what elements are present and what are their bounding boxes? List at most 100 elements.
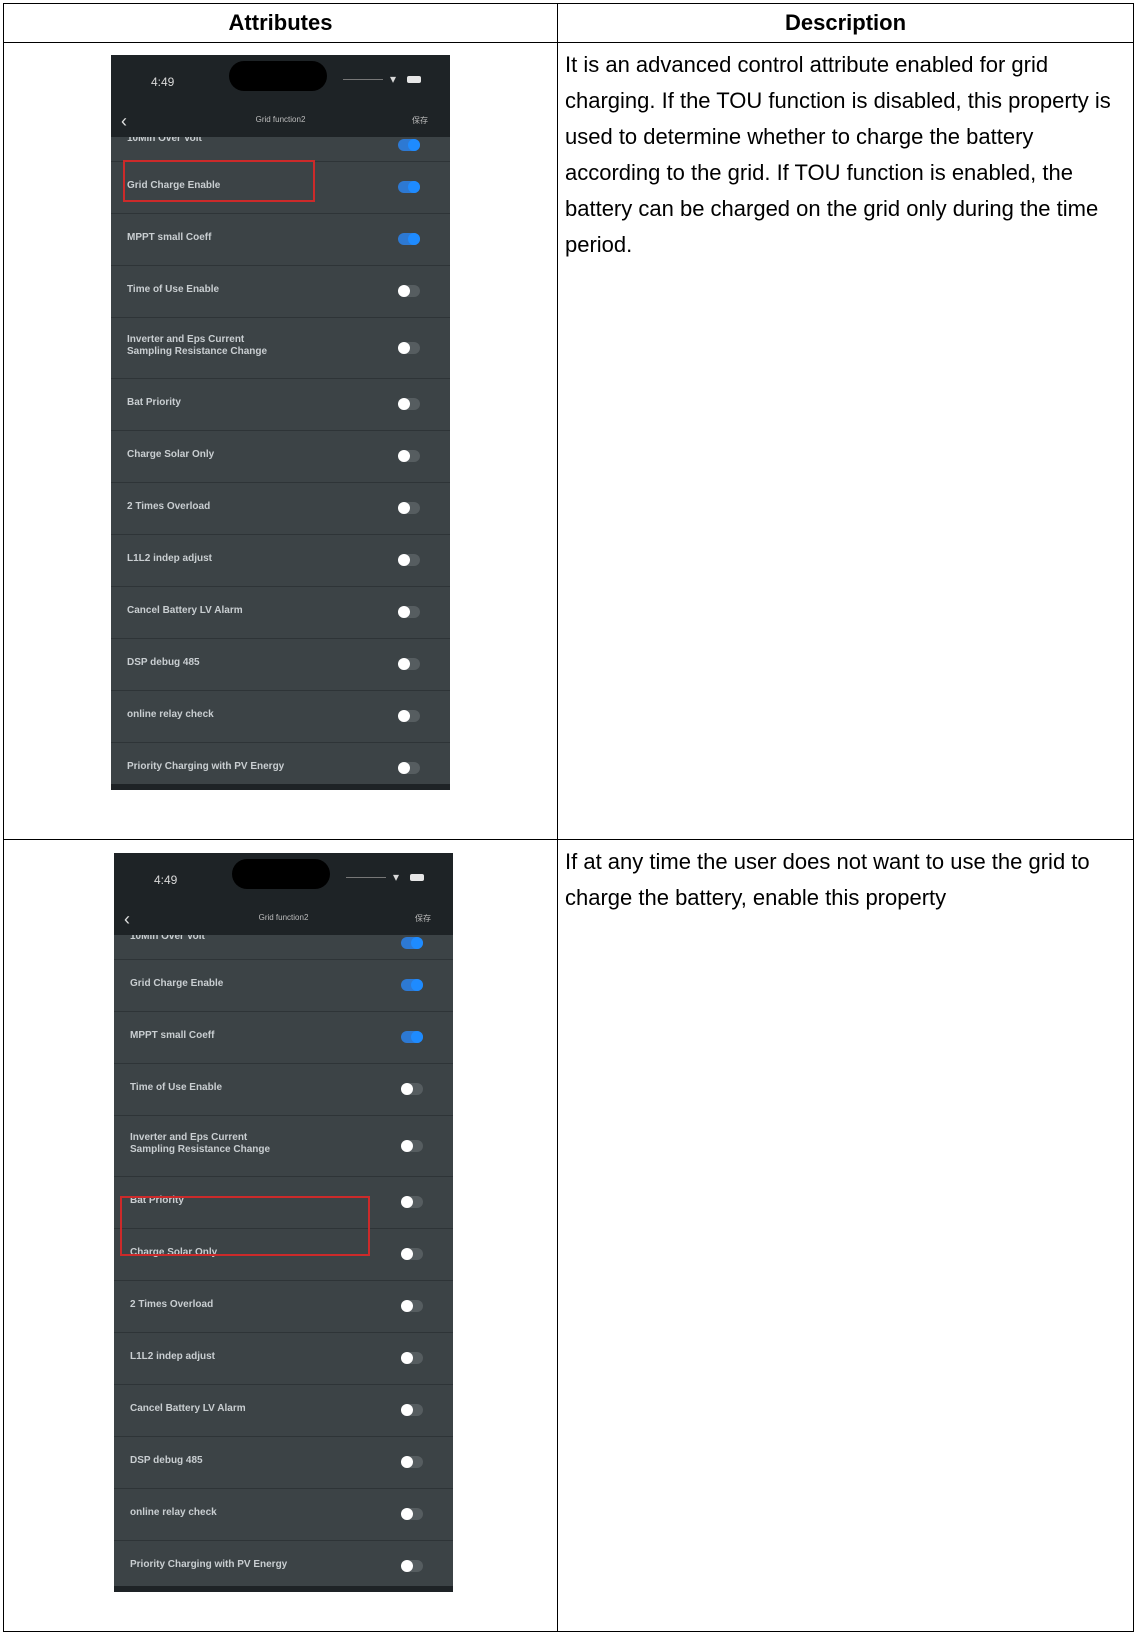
toggle-knob [398, 762, 410, 774]
setting-label: 2 Times Overload [130, 1299, 213, 1311]
description-text: If at any time the user does not want to… [557, 839, 1134, 1632]
setting-label-text: Cancel Battery LV Alarm [127, 605, 243, 616]
toggle-switch[interactable] [398, 285, 420, 297]
setting-label: online relay check [130, 1507, 217, 1519]
toggle-switch[interactable] [398, 710, 420, 722]
attributes-table: Attributes Description 4:49 ▾ ‹ Grid functi… [3, 3, 1134, 1632]
setting-label-text: 2 Times Overload [130, 1299, 214, 1310]
toggle-knob [398, 554, 410, 566]
toggle-switch[interactable] [398, 606, 420, 618]
toggle-switch[interactable] [398, 139, 420, 151]
toggle-switch[interactable] [398, 233, 420, 245]
setting-label: MPPT small Coeff [127, 232, 211, 244]
setting-label-text: Bat Priority [127, 397, 181, 408]
toggle-switch[interactable] [398, 502, 420, 514]
toggle-knob [411, 1031, 423, 1043]
toggle-switch[interactable] [401, 1560, 423, 1572]
setting-label-text: 2 Times Overload [127, 501, 211, 512]
toggle-switch[interactable] [398, 181, 420, 193]
setting-label-text: DSP debug 485 [130, 1455, 203, 1466]
toggle-switch[interactable] [401, 1248, 423, 1260]
toggle-knob [398, 606, 410, 618]
setting-row: DSP debug 485 [111, 639, 450, 691]
phone-screenshot: 4:49 ▾ ‹ Grid function2 保存 10Min Over Volt Gri… [111, 55, 450, 790]
toggle-knob [401, 1083, 413, 1095]
setting-row: Bat Priority [111, 379, 450, 431]
toggle-knob [408, 233, 420, 245]
toggle-switch[interactable] [398, 398, 420, 410]
setting-label-text: Priority Charging with PV Energy [130, 1559, 288, 1570]
toggle-switch[interactable] [401, 1456, 423, 1468]
setting-label-text: 10Min Over Volt [130, 935, 205, 942]
toggle-knob [401, 1560, 413, 1572]
toggle-switch[interactable] [401, 937, 423, 949]
home-bar [111, 784, 450, 790]
setting-label-text: DSP debug 485 [127, 657, 200, 668]
setting-label: MPPT small Coeff [130, 1030, 214, 1042]
setting-label: L1L2 indep adjust [127, 553, 212, 565]
setting-label: Time of Use Enable [127, 284, 219, 296]
setting-row: Priority Charging with PV Energy [114, 1541, 453, 1592]
setting-label-text: Inverter and Eps Current [130, 1132, 248, 1143]
toggle-switch[interactable] [398, 762, 420, 774]
setting-label-text: Charge Solar Only [130, 1247, 218, 1258]
setting-label: Time of Use Enable [130, 1082, 222, 1094]
status-time: 4:49 [151, 75, 175, 89]
setting-row: Time of Use Enable [111, 266, 450, 318]
toggle-switch[interactable] [401, 1031, 423, 1043]
toggle-switch[interactable] [401, 1300, 423, 1312]
toggle-switch[interactable] [401, 1083, 423, 1095]
setting-row: Bat Priority [114, 1177, 453, 1229]
toggle-switch[interactable] [401, 1196, 423, 1208]
setting-label: DSP debug 485 [130, 1455, 203, 1467]
save-button[interactable]: 保存 [415, 913, 431, 924]
toggle-switch[interactable] [398, 450, 420, 462]
toggle-switch[interactable] [401, 1404, 423, 1416]
setting-row: 10Min Over Volt [114, 935, 453, 960]
toggle-switch[interactable] [401, 1508, 423, 1520]
toggle-knob [411, 937, 423, 949]
toggle-knob [398, 450, 410, 462]
setting-label: Cancel Battery LV Alarm [127, 605, 243, 617]
setting-row: Grid Charge Enable [111, 162, 450, 214]
setting-label: Charge Solar Only [130, 1247, 217, 1259]
setting-row: Time of Use Enable [114, 1064, 453, 1116]
toggle-switch[interactable] [401, 979, 423, 991]
toggle-switch[interactable] [401, 1140, 423, 1152]
toggle-switch[interactable] [401, 1352, 423, 1364]
toggle-knob [398, 398, 410, 410]
setting-label-text-line2: Sampling Resistance Change [127, 346, 268, 357]
save-button[interactable]: 保存 [412, 115, 428, 126]
setting-label: Grid Charge Enable [127, 180, 220, 192]
setting-label-text: L1L2 indep adjust [127, 553, 213, 564]
wifi-icon: ▾ [390, 72, 397, 86]
setting-row: Grid Charge Enable [114, 960, 453, 1012]
dynamic-island [229, 61, 327, 91]
setting-label: Bat Priority [127, 397, 181, 409]
attribute-cell: 4:49 ▾ ‹ Grid function2 保存 10Min Over Volt Gri… [3, 42, 558, 840]
screen-title: Grid function2 [258, 913, 309, 922]
setting-row: 2 Times Overload [111, 483, 450, 535]
setting-label-text: Grid Charge Enable [130, 978, 224, 989]
setting-row: 10Min Over Volt [111, 137, 450, 162]
header-description: Description [557, 3, 1134, 43]
toggle-knob [401, 1352, 413, 1364]
setting-row: L1L2 indep adjust [111, 535, 450, 587]
setting-row: DSP debug 485 [114, 1437, 453, 1489]
setting-label: Priority Charging with PV Energy [127, 761, 284, 773]
nav-bar: ‹ Grid function2 保存 [114, 909, 453, 935]
toggle-switch[interactable] [398, 554, 420, 566]
setting-row: L1L2 indep adjust [114, 1333, 453, 1385]
toggle-knob [398, 502, 410, 514]
toggle-knob [401, 1456, 413, 1468]
setting-label-text: Bat Priority [130, 1195, 184, 1206]
toggle-switch[interactable] [398, 658, 420, 670]
setting-row: MPPT small Coeff [114, 1012, 453, 1064]
setting-row: Priority Charging with PV Energy [111, 743, 450, 790]
setting-label-text: Cancel Battery LV Alarm [130, 1403, 246, 1414]
setting-label: L1L2 indep adjust [130, 1351, 215, 1363]
toggle-switch[interactable] [398, 342, 420, 354]
setting-row: Inverter and Eps Current Sampling Resista… [114, 1116, 453, 1177]
setting-label-text: L1L2 indep adjust [130, 1351, 216, 1362]
toggle-knob [401, 1404, 413, 1416]
